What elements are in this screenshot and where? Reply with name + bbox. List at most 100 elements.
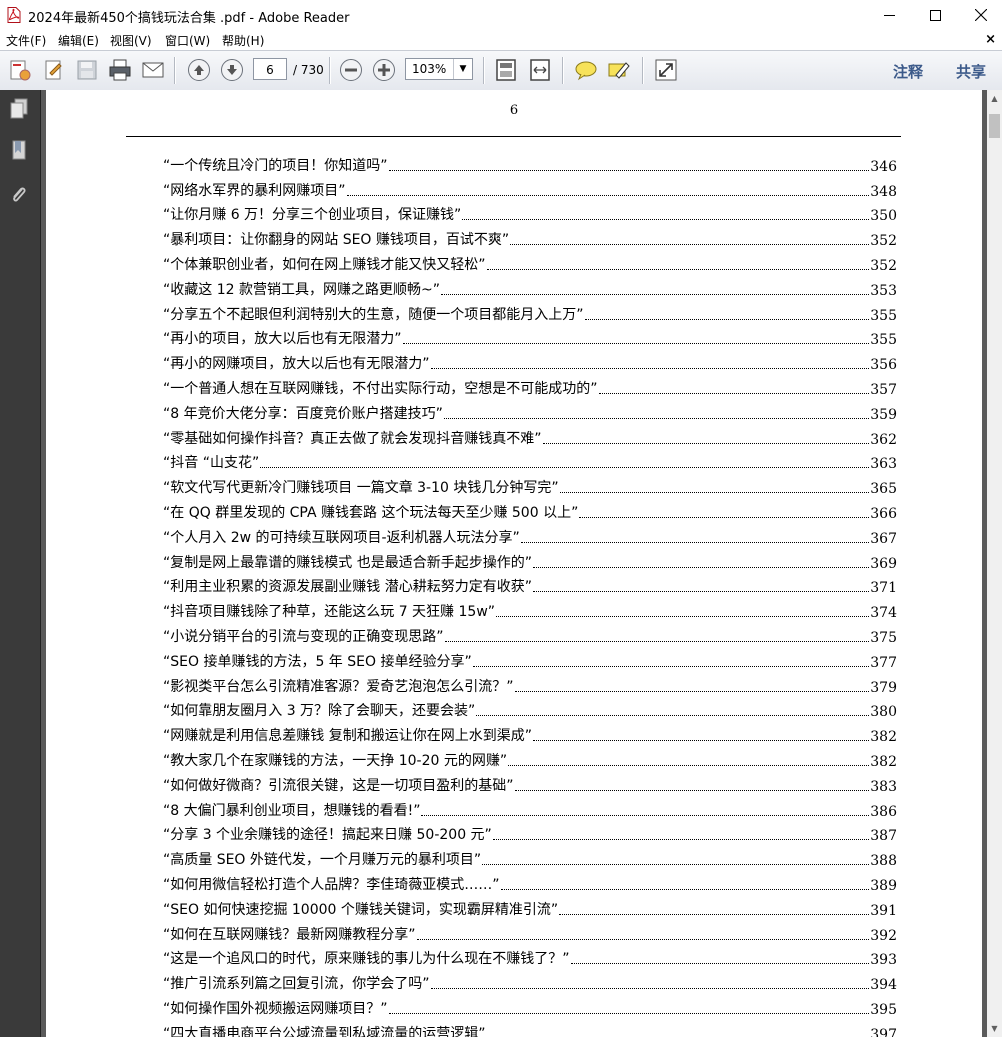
toc-entry[interactable]: “抖音 “山支花” 363: [163, 448, 897, 472]
toc-entry-title: “再小的项目，放大以后也有无限潜力”: [163, 331, 402, 348]
toc-entry[interactable]: “个体兼职创业者，如何在网上赚钱才能又快又轻松” 352: [163, 249, 897, 274]
add-comment-button[interactable]: [572, 56, 600, 84]
toc-entry-title: “一个传统且冷门的项目！你知道吗”: [163, 157, 388, 174]
menu-file[interactable]: 文件(F): [6, 32, 46, 49]
annotate-button[interactable]: 注释: [893, 61, 923, 82]
toc-entry[interactable]: “复制是网上最靠谱的赚钱模式 也是最适合新手起步操作的” 369: [163, 547, 897, 572]
toc-entry[interactable]: “如何用微信轻松打造个人品牌？李佳琦薇亚模式……” 389: [163, 869, 897, 894]
toc-entry-title: “如何在互联网赚钱？最新网赚教程分享”: [163, 926, 416, 943]
create-pdf-button[interactable]: [6, 56, 34, 84]
minimize-button[interactable]: [866, 0, 912, 30]
zoom-out-button[interactable]: [337, 56, 365, 84]
zoom-select[interactable]: 103% ▼: [405, 58, 473, 80]
toc-entry[interactable]: “SEO 如何快速挖掘 10000 个赚钱关键词，实现霸屏精准引流” 391: [163, 894, 897, 919]
edit-pdf-button[interactable]: [40, 56, 68, 84]
print-button[interactable]: [106, 56, 134, 84]
toc-entry[interactable]: “再小的网赚项目，放大以后也有无限潜力” 356: [163, 348, 897, 373]
toc-entry-page: 353: [870, 282, 897, 299]
toolbar-separator: [174, 57, 176, 84]
scrollbar-thumb[interactable]: [989, 114, 1000, 138]
toc-entry-page: 391: [870, 902, 897, 919]
full-screen-button[interactable]: [652, 56, 680, 84]
toc-entry-title: “个体兼职创业者，如何在网上赚钱才能又快又轻松”: [163, 256, 486, 273]
email-button[interactable]: [139, 56, 167, 84]
toc-entry[interactable]: “如何靠朋友圈月入 3 万？除了会聊天，还要会装” 380: [163, 696, 897, 720]
page-number-input[interactable]: 6: [253, 58, 287, 80]
menu-view[interactable]: 视图(V): [110, 32, 152, 49]
toc-entry[interactable]: “四大直播电商平台公域流量到私域流量的运营逻辑” 397: [163, 1018, 897, 1037]
toc-entry[interactable]: “分享五个不起眼但利润特别大的生意，随便一个项目都能月入上万” 355: [163, 299, 897, 324]
vertical-scrollbar[interactable]: ▲ ▼: [987, 90, 1002, 1037]
toc-entry[interactable]: “网络水军界的暴利网赚项目” 348: [163, 175, 897, 200]
toc-entry-page: 352: [870, 233, 897, 250]
toc-entry[interactable]: “让你月赚 6 万！分享三个创业项目，保证赚钱” 350: [163, 200, 897, 224]
toc-entry-page: 395: [870, 1001, 897, 1018]
fit-page-button[interactable]: [492, 56, 520, 84]
toc-leader-dots: [430, 368, 870, 370]
close-document-button[interactable]: ×: [985, 32, 996, 47]
toc-entry[interactable]: “网赚就是利用信息差赚钱 复制和搬运让你在网上水到渠成” 382: [163, 720, 897, 745]
maximize-button[interactable]: [912, 0, 958, 30]
toc-entry[interactable]: “这是一个追风口的时代，原来赚钱的事儿为什么现在不赚钱了？” 393: [163, 944, 897, 968]
menu-help[interactable]: 帮助(H): [222, 32, 264, 49]
toc-entry[interactable]: “一个普通人想在互联网赚钱，不付出实际行动，空想是不可能成功的” 357: [163, 373, 897, 398]
next-page-button[interactable]: [218, 56, 246, 84]
toc-entry-page: 357: [870, 381, 897, 398]
toc-leader-dots: [510, 244, 870, 246]
toc-entry-page: 382: [870, 753, 897, 770]
share-button[interactable]: 共享: [956, 61, 986, 82]
close-window-button[interactable]: [958, 0, 1002, 30]
scroll-down-arrow-icon[interactable]: ▼: [987, 1020, 1002, 1037]
toc-entry[interactable]: “暴利项目：让你翻身的网站 SEO 赚钱项目，百试不爽” 352: [163, 224, 897, 249]
toc-entry[interactable]: “再小的项目，放大以后也有无限潜力” 355: [163, 324, 897, 348]
menu-bar: 文件(F) 编辑(E) 视图(V) 窗口(W) 帮助(H) ×: [0, 30, 1002, 50]
page-thumbnails-button[interactable]: [7, 96, 31, 122]
fit-width-button[interactable]: [526, 56, 554, 84]
toc-entry[interactable]: “抖音项目赚钱除了种草，还能这么玩 7 天狂赚 15w” 374: [163, 596, 897, 621]
speech-bubble-icon: [575, 61, 597, 81]
page-total: / 730: [293, 63, 324, 77]
toc-entry[interactable]: “分享 3 个业余赚钱的途径！搞起来日赚 50-200 元” 387: [163, 820, 897, 844]
toc-entry-title: “抖音项目赚钱除了种草，还能这么玩 7 天狂赚 15w”: [163, 604, 496, 621]
toc-leader-dots: [500, 888, 870, 890]
highlight-text-button[interactable]: [605, 56, 633, 84]
toc-entry[interactable]: “零基础如何操作抖音？真正去做了就会发现抖音赚钱真不难” 362: [163, 423, 897, 448]
menu-window[interactable]: 窗口(W): [165, 32, 210, 49]
save-button[interactable]: [73, 56, 101, 84]
toc-entry[interactable]: “教大家几个在家赚钱的方法，一天挣 10-20 元的网赚” 382: [163, 745, 897, 770]
maximize-icon: [929, 9, 941, 21]
toc-leader-dots: [514, 789, 870, 791]
chevron-down-icon[interactable]: ▼: [453, 59, 472, 79]
toc-entry[interactable]: “软文代写代更新冷门赚钱项目 一篇文章 3-10 块钱几分钟写完” 365: [163, 472, 897, 497]
toc-entry[interactable]: “如何做好微商？引流很关键，这是一切项目盈利的基础” 383: [163, 770, 897, 795]
window-title: 2024年最新450个搞钱玩法合集 .pdf - Adobe Reader: [28, 11, 350, 26]
toc-entry[interactable]: “利用主业积累的资源发展副业赚钱 潜心耕耘努力定有收获” 371: [163, 572, 897, 596]
expand-icon: [655, 59, 677, 81]
toc-entry[interactable]: “如何操作国外视频搬运网赚项目？” 395: [163, 993, 897, 1018]
zoom-in-button[interactable]: [370, 56, 398, 84]
toc-entry-page: 386: [870, 803, 897, 820]
document-viewer[interactable]: 6 “一个传统且冷门的项目！你知道吗” 346 “网络水军界的暴利网赚项目” 348 “…: [41, 90, 987, 1037]
toc-entry-page: 362: [870, 431, 897, 448]
toc-entry[interactable]: “SEO 接单赚钱的方法，5 年 SEO 接单经验分享” 377: [163, 646, 897, 671]
toolbar-separator: [483, 57, 485, 84]
toc-entry[interactable]: “在 QQ 群里发现的 CPA 赚钱套路 这个玩法每天至少赚 500 以上” 36…: [163, 497, 897, 522]
toc-entry[interactable]: “如何在互联网赚钱？最新网赚教程分享” 392: [163, 919, 897, 944]
menu-edit[interactable]: 编辑(E): [58, 32, 99, 49]
toc-leader-dots: [559, 492, 870, 494]
toc-entry[interactable]: “一个传统且冷门的项目！你知道吗” 346: [163, 150, 897, 175]
toc-entry[interactable]: “8 大偏门暴利创业项目，想赚钱的看看!” 386: [163, 795, 897, 820]
toc-entry[interactable]: “个人月入 2w 的可持续互联网项目-返利机器人玩法分享” 367: [163, 522, 897, 547]
previous-page-button[interactable]: [185, 56, 213, 84]
toc-entry-title: “SEO 接单赚钱的方法，5 年 SEO 接单经验分享”: [163, 653, 472, 670]
attachments-button[interactable]: [7, 182, 31, 208]
toc-entry[interactable]: “8 年竞价大佬分享：百度竞价账户搭建技巧” 359: [163, 398, 897, 423]
toc-entry[interactable]: “推广引流系列篇之回复引流，你学会了吗” 394: [163, 968, 897, 993]
toc-entry[interactable]: “小说分销平台的引流与变现的正确变现思路” 375: [163, 621, 897, 646]
toc-entry[interactable]: “收藏这 12 款营销工具，网赚之路更顺畅~” 353: [163, 274, 897, 299]
zoom-value: 103%: [412, 62, 447, 76]
bookmarks-button[interactable]: [7, 138, 31, 164]
scroll-up-arrow-icon[interactable]: ▲: [987, 90, 1002, 107]
toc-entry[interactable]: “高质量 SEO 外链代发，一个月赚万元的暴利项目” 388: [163, 844, 897, 869]
toc-entry[interactable]: “影视类平台怎么引流精准客源？爱奇艺泡泡怎么引流？” 379: [163, 671, 897, 696]
